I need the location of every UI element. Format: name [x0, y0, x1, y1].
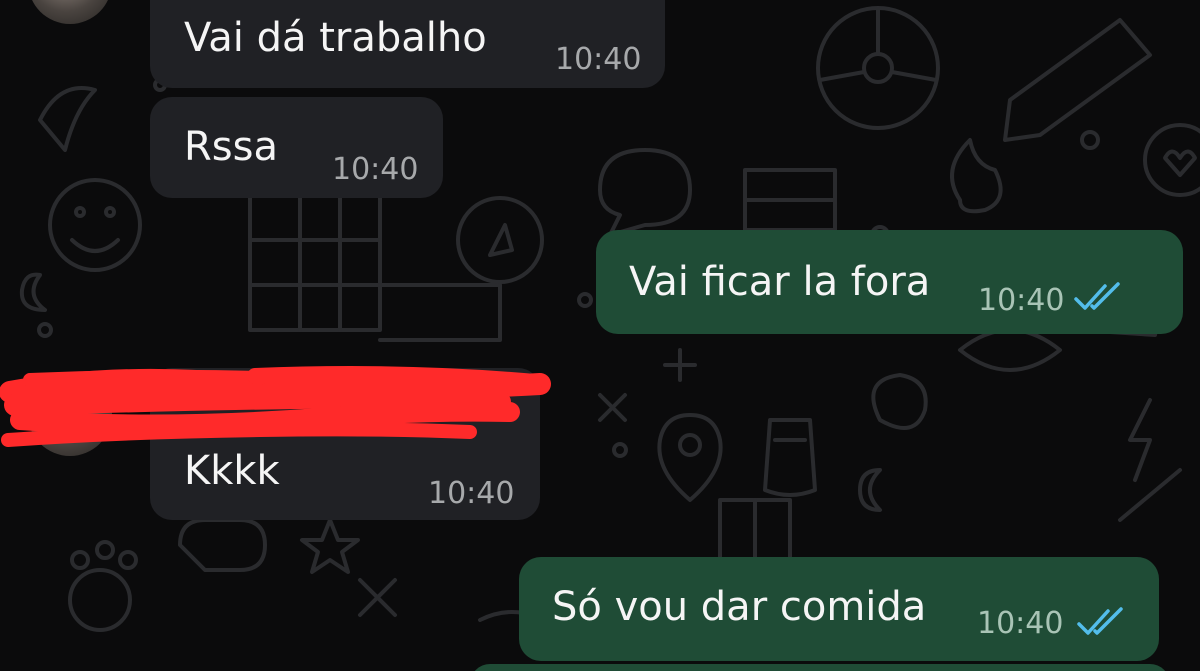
message-bubble-outgoing[interactable]: Vai ficar la fora 10:40 [596, 230, 1183, 334]
message-bubble-outgoing[interactable]: Só vou dar comida 10:40 [519, 557, 1159, 661]
message-bubble-incoming[interactable]: Kkkk 10:40 [150, 368, 540, 520]
message-text: Vai dá trabalho [184, 15, 487, 61]
message-bubble-incoming[interactable]: Vai dá trabalho 10:40 [150, 0, 665, 88]
message-time: 10:40 [428, 476, 515, 511]
message-time: 10:40 [978, 283, 1065, 318]
double-check-read-icon [1074, 282, 1120, 310]
message-time: 10:40 [977, 606, 1064, 641]
contact-avatar[interactable] [28, 372, 112, 456]
message-text: Kkkk [184, 448, 280, 494]
double-check-read-icon [1077, 607, 1123, 635]
message-time: 10:40 [555, 42, 642, 77]
message-bubble-incoming[interactable]: Rssa 10:40 [150, 97, 443, 198]
message-time: 10:40 [332, 152, 419, 187]
message-bubble-outgoing-partial[interactable] [470, 664, 1170, 671]
chat-area[interactable]: Vai dá trabalho 10:40 Rssa 10:40 Vai fic… [0, 0, 1200, 671]
message-text: Só vou dar comida [552, 584, 927, 630]
message-text: Vai ficar la fora [629, 259, 931, 305]
message-text: Rssa [184, 124, 278, 170]
